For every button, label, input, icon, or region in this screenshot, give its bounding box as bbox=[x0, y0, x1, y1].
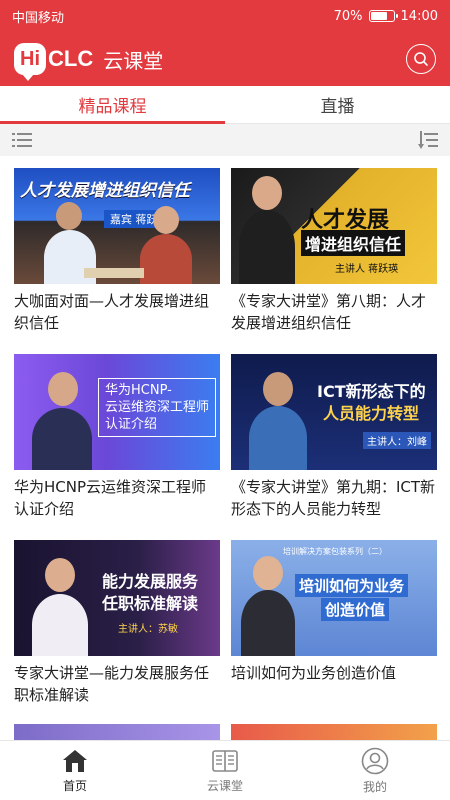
course-card[interactable]: 华为HCNP- 云运维资深工程师 认证介绍 华为HCNP云运维资深工程师认证介绍 bbox=[14, 354, 220, 520]
course-title[interactable]: 培训如何为业务创造价值 bbox=[231, 662, 437, 684]
thumbnail-banner-line3: 认证介绍 bbox=[105, 417, 158, 432]
search-button[interactable] bbox=[406, 44, 436, 74]
course-title[interactable]: 大咖面对面—人才发展增进组织信任 bbox=[14, 290, 220, 334]
course-card[interactable]: 人才发展增进组织信任 嘉宾 蒋跃瑛 大咖面对面—人才发展增进组织信任 bbox=[14, 168, 220, 334]
app-title: 云课堂 bbox=[103, 48, 164, 73]
tab-featured-courses[interactable]: 精品课程 bbox=[0, 86, 225, 124]
nav-profile[interactable]: 我的 bbox=[300, 741, 450, 800]
thumbnail-banner: 培训如何为业务 bbox=[295, 574, 409, 597]
carrier-label: 中国移动 bbox=[12, 10, 65, 26]
speaker-figure bbox=[249, 406, 307, 470]
logo-hi: Hi bbox=[14, 43, 46, 81]
status-right: 70% 14:00 bbox=[334, 9, 438, 24]
course-thumbnail[interactable]: 能力发展服务 任职标准解读 主讲人：苏敏 bbox=[14, 540, 220, 656]
battery-percent: 70% bbox=[333, 8, 363, 24]
speaker-head bbox=[45, 558, 75, 592]
clock: 14:00 bbox=[400, 8, 438, 24]
course-thumbnail[interactable]: ICT新形态下的 人员能力转型 主讲人：刘峰 bbox=[231, 354, 437, 470]
course-card[interactable]: 培训解决方案包装系列（二） 培训如何为业务 创造价值 培训如何为业务创造价值 bbox=[231, 540, 437, 684]
thumbnail-banner-line2: 任职标准解读 bbox=[102, 594, 199, 613]
course-title[interactable]: 《专家大讲堂》第九期：ICT新形态下的人员能力转型 bbox=[231, 476, 437, 520]
thumbnail-subtitle: 培训解决方案包装系列（二） bbox=[283, 547, 387, 556]
thumbnail-subtitle: 主讲人 蒋跃瑛 bbox=[335, 264, 399, 275]
course-tabs: 精品课程 直播 bbox=[0, 86, 450, 124]
logo-hi-text: Hi bbox=[20, 47, 40, 70]
thumbnail-banner-line2: 创造价值 bbox=[321, 598, 390, 621]
speaker-head bbox=[252, 176, 282, 210]
thumbnail-banner-line2: 人员能力转型 bbox=[323, 404, 420, 423]
course-thumbnail[interactable]: 培训解决方案包装系列（二） 培训如何为业务 创造价值 bbox=[231, 540, 437, 656]
status-bar: 中国移动 70% 14:00 bbox=[0, 0, 450, 32]
thumbnail-banner: 能力发展服务 bbox=[102, 572, 199, 591]
thumbnail-banner-line2: 增进组织信任 bbox=[301, 230, 406, 256]
speaker-head bbox=[56, 202, 82, 230]
table-shape bbox=[84, 268, 144, 278]
home-icon bbox=[63, 749, 87, 772]
course-card[interactable]: 人才发展 增进组织信任 主讲人 蒋跃瑛 《专家大讲堂》第八期：人才发展增进组织信… bbox=[231, 168, 437, 334]
thumbnail-subtitle: 主讲人：苏敏 bbox=[118, 624, 178, 635]
nav-cloud-classroom[interactable]: 云课堂 bbox=[150, 741, 300, 800]
battery-fill bbox=[370, 12, 388, 20]
search-icon bbox=[414, 52, 428, 66]
course-thumbnail[interactable]: 人才发展增进组织信任 嘉宾 蒋跃瑛 bbox=[14, 168, 220, 284]
course-thumbnail[interactable]: 华为HCNP- 云运维资深工程师 认证介绍 bbox=[14, 354, 220, 470]
thumbnail-banner: 华为HCNP- bbox=[105, 383, 172, 398]
speaker-head bbox=[253, 556, 283, 590]
nav-home[interactable]: 首页 bbox=[0, 741, 150, 800]
course-title[interactable]: 专家大讲堂—能力发展服务任职标准解读 bbox=[14, 662, 220, 706]
nav-cloud-classroom-label: 云课堂 bbox=[206, 778, 243, 793]
speaker-figure bbox=[239, 210, 295, 284]
course-card[interactable]: 能力发展服务 任职标准解读 主讲人：苏敏 专家大讲堂—能力发展服务任职标准解读 bbox=[14, 540, 220, 706]
app-bar: Hi CLC 云课堂 bbox=[0, 32, 450, 86]
course-thumbnail[interactable]: 人才发展 增进组织信任 主讲人 蒋跃瑛 bbox=[231, 168, 437, 284]
speaker-head bbox=[48, 372, 78, 406]
profile-icon bbox=[361, 747, 389, 774]
speaker-figure bbox=[32, 594, 88, 656]
tab-live[interactable]: 直播 bbox=[225, 86, 450, 123]
course-title[interactable]: 华为HCNP云运维资深工程师认证介绍 bbox=[14, 476, 220, 520]
thumbnail-banner-box: 华为HCNP- 云运维资深工程师 认证介绍 bbox=[98, 378, 217, 437]
course-title[interactable]: 《专家大讲堂》第八期：人才发展增进组织信任 bbox=[231, 290, 437, 334]
list-icon[interactable] bbox=[12, 131, 32, 149]
thumbnail-banner-line2: 云运维资深工程师 bbox=[105, 400, 210, 415]
sort-icon[interactable] bbox=[418, 131, 438, 149]
logo-clc: CLC bbox=[48, 46, 94, 71]
speaker-figure bbox=[140, 234, 192, 284]
thumbnail-banner: ICT新形态下的 bbox=[317, 382, 426, 401]
book-icon bbox=[212, 749, 238, 772]
course-card[interactable]: ICT新形态下的 人员能力转型 主讲人：刘峰 《专家大讲堂》第九期：ICT新形态… bbox=[231, 354, 437, 520]
battery-icon bbox=[368, 10, 398, 22]
nav-home-label: 首页 bbox=[62, 778, 87, 793]
thumbnail-banner: 人才发展增进组织信任 bbox=[20, 181, 190, 201]
speaker-head bbox=[153, 206, 179, 234]
thumbnail-subtitle: 主讲人：刘峰 bbox=[363, 432, 431, 449]
speaker-figure bbox=[241, 590, 295, 656]
nav-profile-label: 我的 bbox=[362, 779, 387, 794]
bottom-nav: 首页 云课堂 我的 bbox=[0, 740, 450, 800]
speaker-head bbox=[263, 372, 293, 406]
speaker-figure bbox=[32, 408, 92, 470]
filter-bar bbox=[0, 124, 450, 156]
